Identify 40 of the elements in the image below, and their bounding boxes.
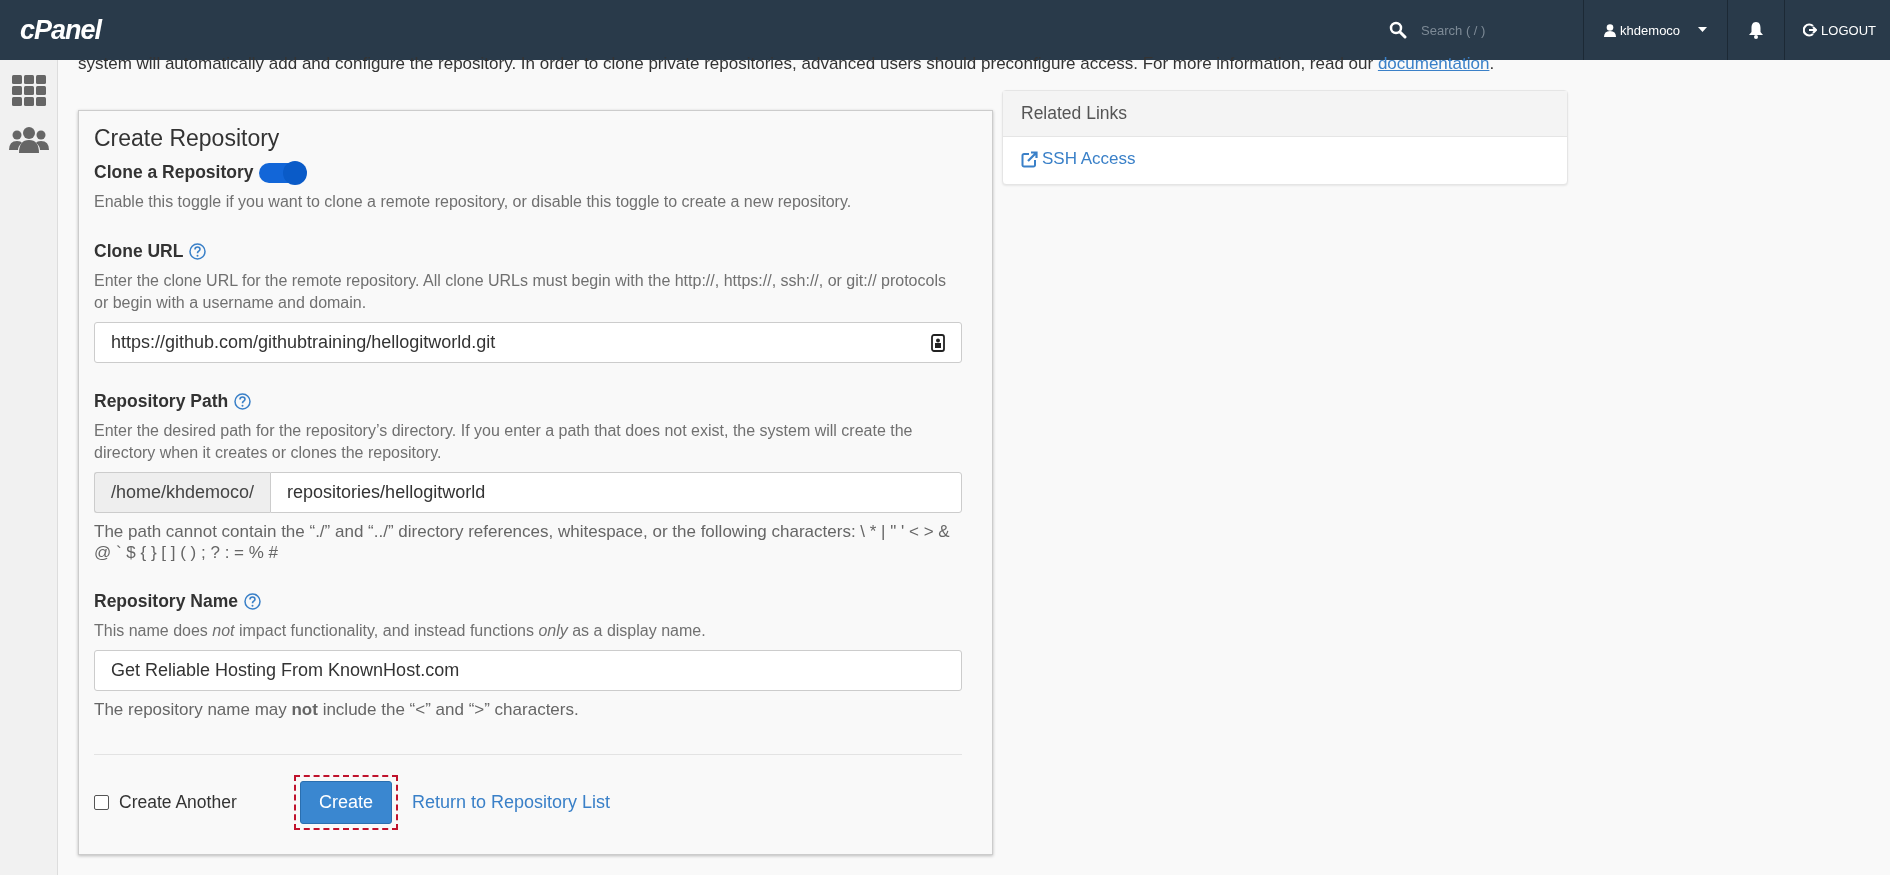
users-icon[interactable] [8, 126, 49, 154]
caret-icon [1698, 27, 1708, 33]
search-icon[interactable] [1389, 21, 1408, 39]
checkbox-label: Create Another [119, 792, 237, 813]
help-icon[interactable] [234, 393, 252, 410]
path-prefix: /home/khdemoco/ [94, 472, 271, 513]
logo[interactable]: cPanel [20, 14, 102, 46]
contact-card-icon [931, 333, 945, 352]
help-icon[interactable] [189, 243, 207, 260]
external-link-icon [1021, 150, 1038, 168]
documentation-link[interactable]: documentation [1377, 54, 1490, 73]
text-field[interactable]: https://github.com/githubtraining/hellogitworld.git [94, 322, 962, 363]
return-link[interactable]: Return to Repository List [412, 792, 611, 813]
intro-text: system will automatically add and configure the repository. In order to clone private repositories, advanced users should preconfigure access. For more information, read our documentation. [78, 54, 1496, 74]
grid-icon[interactable] [10, 74, 47, 106]
user-menu[interactable]: khdemoco [1584, 0, 1729, 60]
search-field[interactable]: Search ( / ) [1419, 21, 1564, 39]
checkbox[interactable] [94, 795, 109, 810]
related-link[interactable]: SSH Access [1021, 149, 1136, 169]
field-label: Repository Path [94, 391, 229, 412]
user-icon [1604, 23, 1617, 37]
toggle-switch[interactable] [259, 162, 306, 183]
field-note: The repository name may not include the “<” and “>” characters. [94, 699, 580, 720]
form-title: Create Repository [94, 125, 281, 152]
text-field[interactable]: Get Reliable Hosting From KnownHost.com [94, 650, 962, 691]
help-text: This name does not impact functionality, and instead functions only as a display name. [94, 621, 707, 641]
bell-icon[interactable] [1748, 21, 1765, 39]
field-label: Repository Name [94, 591, 238, 612]
create-button[interactable]: Create [300, 781, 393, 824]
logout-icon [1803, 23, 1818, 37]
field-note: The path cannot contain the “./” and “../” directory references, whitespace, or the following characters: \ * | " ' < > & @ ` $ { } [ ] ( ) ; ? : = % # [94, 521, 951, 563]
toggle-label: Clone a Repository [94, 162, 254, 183]
path-field[interactable]: repositories/hellogitworld [270, 472, 962, 513]
field-label: Clone URL [94, 241, 184, 262]
logout-button[interactable]: LOGOUT [1784, 0, 1890, 60]
help-text: Enter the clone URL for the remote repository. All clone URLs must begin with the http://, https://, ssh://, or git:// protocols or begin with a username and domain. [94, 271, 947, 313]
help-text: Enter the desired path for the repository’s directory. If you enter a path that does not exist, the system will create the directory when it creates or clones the repository. [94, 421, 914, 463]
help-icon[interactable] [243, 593, 261, 610]
help-text: Enable this toggle if you want to clone a remote repository, or disable this toggle to create a new repository. [94, 192, 853, 212]
panel-heading: Related Links [1003, 91, 1567, 137]
